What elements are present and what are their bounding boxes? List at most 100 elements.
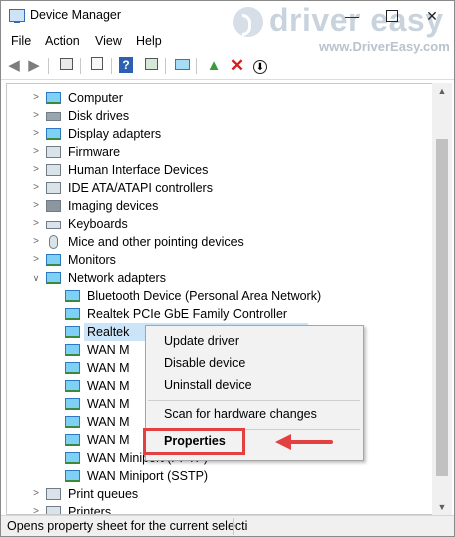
close-button[interactable]: ✕ [412, 3, 452, 29]
network-adapter-icon [65, 398, 80, 410]
menu-help[interactable]: Help [136, 34, 162, 48]
vertical-scrollbar[interactable]: ▲ ▼ [432, 83, 452, 515]
printer-icon [46, 506, 61, 514]
title-bar[interactable]: Device Manager driver easy www.DriverEas… [1, 1, 454, 54]
tree-item-label: Disk drives [68, 109, 130, 123]
computer-icon [46, 92, 61, 104]
monitor-icon [46, 254, 61, 266]
chevron-right-icon[interactable]: > [31, 107, 41, 125]
network-adapter-icon [65, 344, 80, 356]
tree-item-label: WAN M [87, 397, 130, 411]
tree-item-label: Human Interface Devices [68, 163, 209, 177]
network-adapter-icon [65, 452, 80, 464]
ide-controller-icon [46, 182, 61, 194]
toolbar-separator [111, 58, 112, 74]
scan-monitor-icon[interactable] [173, 57, 191, 75]
menu-file[interactable]: File [11, 34, 31, 48]
tree-item-label: Printers [68, 505, 112, 515]
tree-item-label: Display adapters [68, 127, 162, 141]
properties-pane-icon[interactable] [57, 57, 75, 75]
menu-view[interactable]: View [95, 34, 122, 48]
network-adapter-icon [65, 290, 80, 302]
status-text: Opens property sheet for the current sel… [7, 519, 248, 533]
scroll-down-arrow-icon[interactable]: ▼ [432, 499, 452, 515]
chevron-right-icon[interactable]: > [31, 143, 41, 161]
tree-item-label: IDE ATA/ATAPI controllers [68, 181, 213, 195]
device-manager-window: Device Manager driver easy www.DriverEas… [0, 0, 455, 537]
back-arrow-icon[interactable]: ◀ [5, 57, 23, 75]
tree-item-label: WAN M [87, 379, 130, 393]
tree-item-label: WAN M [87, 415, 130, 429]
disk-drive-icon [46, 112, 61, 121]
tree-item-label: Network adapters [68, 271, 166, 285]
download-driver-icon[interactable]: ⬇ [251, 57, 269, 75]
status-bar: Opens property sheet for the current sel… [1, 515, 454, 536]
tree-item-label: Computer [68, 91, 123, 105]
network-adapter-icon [46, 272, 61, 284]
display-adapter-icon [46, 128, 61, 140]
tree-item-label: WAN Miniport (SSTP) [87, 469, 209, 483]
menu-item-scan-hardware[interactable]: Scan for hardware changes [164, 407, 317, 421]
menu-action[interactable]: Action [45, 34, 80, 48]
chevron-right-icon[interactable]: > [31, 197, 41, 215]
chevron-down-icon[interactable]: ∨ [31, 269, 41, 287]
toolbar-separator [48, 58, 49, 74]
menu-separator [148, 400, 360, 401]
tree-item-label: Firmware [68, 145, 121, 159]
tree-item-label: Realtek [87, 325, 130, 339]
scroll-up-arrow-icon[interactable]: ▲ [432, 83, 452, 99]
tree-item-label: Bluetooth Device (Personal Area Network) [87, 289, 322, 303]
forward-arrow-icon[interactable]: ▶ [25, 57, 43, 75]
camera-icon [46, 200, 61, 212]
menu-item-properties[interactable]: Properties [164, 434, 226, 448]
chevron-right-icon[interactable]: > [31, 485, 41, 503]
menu-item-disable-device[interactable]: Disable device [164, 356, 245, 370]
menu-item-uninstall-device[interactable]: Uninstall device [164, 378, 252, 392]
annotation-arrow-shaft [289, 440, 333, 444]
network-adapter-icon [65, 470, 80, 482]
chevron-right-icon[interactable]: > [31, 215, 41, 233]
mouse-icon [49, 235, 58, 249]
network-adapter-icon [65, 308, 80, 320]
keyboard-icon [46, 221, 61, 229]
tree-item-label: Keyboards [68, 217, 128, 231]
device-manager-icon [9, 9, 25, 23]
chevron-right-icon[interactable]: > [31, 89, 41, 107]
chevron-right-icon[interactable]: > [31, 503, 41, 514]
maximize-icon [386, 9, 398, 22]
toolbar-separator [196, 58, 197, 74]
menu-item-update-driver[interactable]: Update driver [164, 334, 239, 348]
menu-bar: File Action View Help [1, 31, 454, 53]
tree-item-label: Print queues [68, 487, 139, 501]
toolbar: ◀ ▶ ? ▲ ✕ ⬇ [1, 53, 454, 80]
toolbar-separator [165, 58, 166, 74]
tree-item-label: WAN M [87, 433, 130, 447]
firmware-icon [46, 146, 61, 158]
tree-item-label: WAN M [87, 361, 130, 375]
status-divider [233, 518, 234, 535]
tree-item-label: Realtek PCIe GbE Family Controller [87, 307, 288, 321]
hid-icon [46, 164, 61, 176]
network-adapter-icon [65, 362, 80, 374]
tree-item-label: Mice and other pointing devices [68, 235, 244, 249]
chevron-right-icon[interactable]: > [31, 179, 41, 197]
network-adapter-icon [65, 380, 80, 392]
help-book-icon[interactable] [88, 57, 106, 75]
help-icon[interactable]: ? [119, 57, 133, 73]
update-driver-icon[interactable]: ▲ [205, 57, 223, 75]
chevron-right-icon[interactable]: > [31, 251, 41, 269]
tree-item-label: Imaging devices [68, 199, 159, 213]
tree-item-label: Monitors [68, 253, 116, 267]
chevron-right-icon[interactable]: > [31, 125, 41, 143]
minimize-button[interactable]: — [332, 3, 372, 29]
show-hide-icon[interactable] [142, 57, 160, 75]
chevron-right-icon[interactable]: > [31, 233, 41, 251]
chevron-right-icon[interactable]: > [31, 161, 41, 179]
maximize-button[interactable] [372, 3, 412, 29]
toolbar-separator [80, 58, 81, 74]
uninstall-icon[interactable]: ✕ [228, 57, 246, 75]
window-title: Device Manager [30, 8, 122, 22]
network-adapter-icon [65, 434, 80, 446]
scroll-thumb[interactable] [436, 139, 448, 476]
network-adapter-icon [65, 326, 80, 338]
